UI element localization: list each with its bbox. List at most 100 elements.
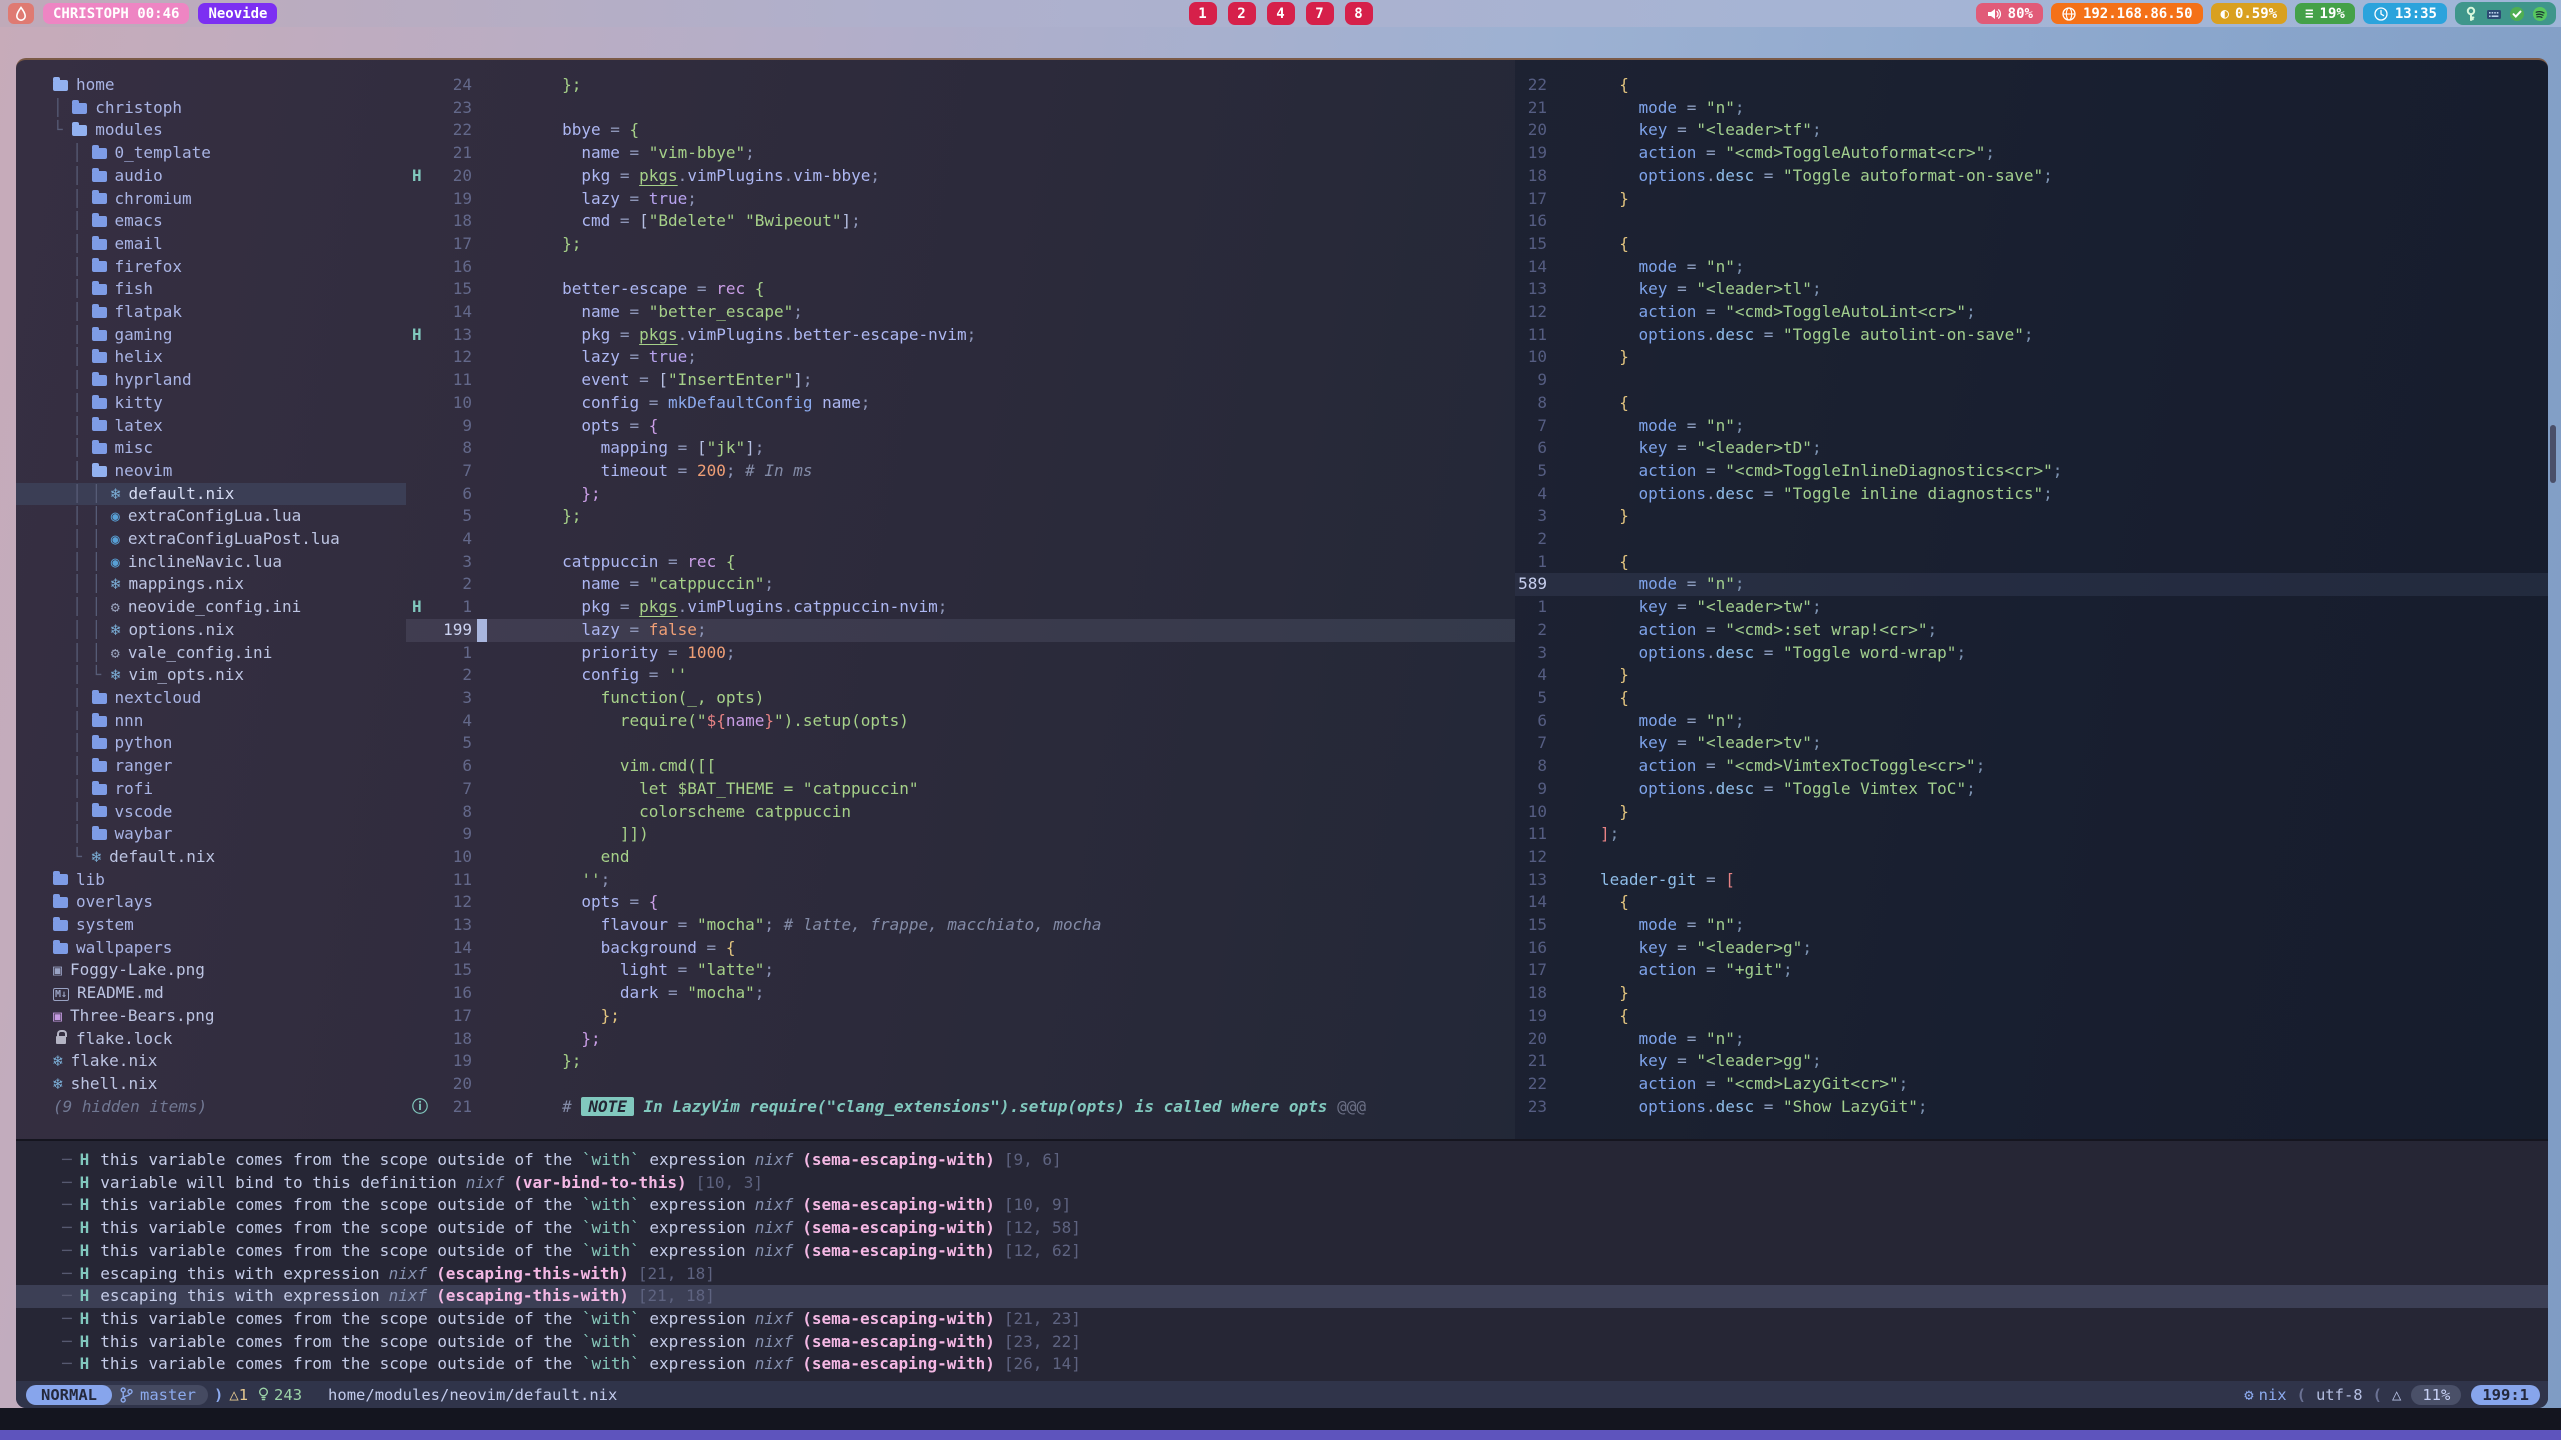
tree-item[interactable]: │ email (16, 233, 406, 256)
code-line[interactable]: 4 options.desc = "Toggle inline diagnost… (1515, 483, 2548, 506)
code-line[interactable]: 18 cmd = ["Bdelete" "Bwipeout"]; (406, 210, 1515, 233)
tree-item[interactable]: │ gaming (16, 324, 406, 347)
code-line[interactable]: 8 action = "<cmd>VimtexTocToggle<cr>"; (1515, 755, 2548, 778)
tree-item[interactable]: flake.lock (16, 1028, 406, 1051)
tree-item[interactable]: │ │ neovide_config.ini (16, 596, 406, 619)
diagnostic-row[interactable]: ─Hthis variable comes from the scope out… (16, 1353, 2548, 1376)
code-line[interactable]: 21 name = "vim-bbye"; (406, 142, 1515, 165)
code-line[interactable]: 19 { (1515, 1005, 2548, 1028)
code-line[interactable]: 14 background = { (406, 937, 1515, 960)
diagnostic-row[interactable]: ─Hvariable will bind to this definitionn… (16, 1172, 2548, 1195)
code-line[interactable]: 12 opts = { (406, 891, 1515, 914)
diagnostic-row[interactable]: ─Hthis variable comes from the scope out… (16, 1194, 2548, 1217)
code-line[interactable]: 12 (1515, 846, 2548, 869)
code-line[interactable]: 4 (406, 528, 1515, 551)
diagnostic-row[interactable]: ─Hescaping this with expressionnixf(esca… (16, 1285, 2548, 1308)
code-line[interactable]: 17 action = "+git"; (1515, 959, 2548, 982)
code-line[interactable]: 7 mode = "n"; (1515, 415, 2548, 438)
code-line[interactable]: 15 light = "latte"; (406, 959, 1515, 982)
warning-count[interactable]: △1 (229, 1386, 248, 1404)
tree-item[interactable]: │ hyprland (16, 369, 406, 392)
code-line[interactable]: 12 action = "<cmd>ToggleAutoLint<cr>"; (1515, 301, 2548, 324)
code-line[interactable]: 3 catppuccin = rec { (406, 551, 1515, 574)
code-line[interactable]: 17 } (1515, 188, 2548, 211)
check-status-icon[interactable] (2509, 6, 2525, 22)
diagnostic-row[interactable]: ─Hthis variable comes from the scope out… (16, 1308, 2548, 1331)
code-line[interactable]: 16 (1515, 210, 2548, 233)
hint-count[interactable]: 243 (258, 1386, 302, 1404)
tree-item[interactable]: Three-Bears.png (16, 1005, 406, 1028)
code-line[interactable]: 24 }; (406, 74, 1515, 97)
tree-item[interactable]: │ │ extraConfigLuaPost.lua (16, 528, 406, 551)
code-line[interactable]: H13 pkg = pkgs.vimPlugins.better-escape-… (406, 324, 1515, 347)
clock-widget[interactable]: 13:35 (2363, 3, 2447, 24)
tree-item[interactable]: lib (16, 869, 406, 892)
code-line[interactable]: 5 { (1515, 687, 2548, 710)
user-clock-widget[interactable]: CHRISTOPH 00:46 (43, 3, 189, 24)
tree-item[interactable]: flake.nix (16, 1050, 406, 1073)
tree-item[interactable]: │ │ inclineNavic.lua (16, 551, 406, 574)
code-line[interactable]: 21 mode = "n"; (1515, 97, 2548, 120)
tree-item[interactable]: │ firefox (16, 256, 406, 279)
code-line[interactable]: 14 mode = "n"; (1515, 256, 2548, 279)
tree-item[interactable]: └ default.nix (16, 846, 406, 869)
tree-item[interactable]: │ │ extraConfigLua.lua (16, 505, 406, 528)
tree-item[interactable]: │ kitty (16, 392, 406, 415)
scrollbar-thumb[interactable] (2550, 425, 2556, 483)
diagnostic-row[interactable]: ─Hthis variable comes from the scope out… (16, 1217, 2548, 1240)
code-line[interactable]: 17 }; (406, 233, 1515, 256)
code-line[interactable]: 10 } (1515, 346, 2548, 369)
tree-item[interactable]: shell.nix (16, 1073, 406, 1096)
tree-item[interactable]: │ chromium (16, 188, 406, 211)
code-line[interactable]: 11 event = ["InsertEnter"]; (406, 369, 1515, 392)
tree-item[interactable]: │ rofi (16, 778, 406, 801)
code-line[interactable]: 20 mode = "n"; (1515, 1028, 2548, 1051)
code-line[interactable]: 2 (1515, 528, 2548, 551)
tree-item[interactable]: │ flatpak (16, 301, 406, 324)
code-line[interactable]: 10 } (1515, 801, 2548, 824)
tree-item[interactable]: │ neovim (16, 460, 406, 483)
code-line[interactable]: 17 }; (406, 1005, 1515, 1028)
code-line[interactable]: 18 options.desc = "Toggle autoformat-on-… (1515, 165, 2548, 188)
code-line[interactable]: H20 pkg = pkgs.vimPlugins.vim-bbye; (406, 165, 1515, 188)
tree-item[interactable]: wallpapers (16, 937, 406, 960)
workspace-button[interactable]: 1 (1189, 2, 1217, 25)
keyboard-icon[interactable] (2486, 6, 2502, 22)
tree-item[interactable]: │ └ vim_opts.nix (16, 664, 406, 687)
code-line[interactable]: 10 config = mkDefaultConfig name; (406, 392, 1515, 415)
network-widget[interactable]: 192.168.86.50 (2051, 3, 2203, 24)
code-line[interactable]: 8 colorscheme catppuccin (406, 801, 1515, 824)
code-line[interactable]: 19 action = "<cmd>ToggleAutoformat<cr>"; (1515, 142, 2548, 165)
code-line[interactable]: 13 key = "<leader>tl"; (1515, 278, 2548, 301)
code-line[interactable]: ⓘ21 # NOTE In LazyVim require("clang_ext… (406, 1096, 1515, 1119)
code-line[interactable]: 23 (406, 97, 1515, 120)
memory-widget[interactable]: ≡ 19% (2295, 3, 2355, 24)
code-line[interactable]: 6 }; (406, 483, 1515, 506)
tree-item[interactable]: │ ranger (16, 755, 406, 778)
code-line[interactable]: 15 mode = "n"; (1515, 914, 2548, 937)
code-line[interactable]: 14 { (1515, 891, 2548, 914)
code-line[interactable]: 23 options.desc = "Show LazyGit"; (1515, 1096, 2548, 1119)
tree-item[interactable]: │ │ mappings.nix (16, 573, 406, 596)
tree-item[interactable]: Foggy-Lake.png (16, 959, 406, 982)
diagnostic-row[interactable]: ─Hthis variable comes from the scope out… (16, 1240, 2548, 1263)
active-window-widget[interactable]: Neovide (198, 3, 277, 24)
tree-item[interactable]: │ nnn (16, 710, 406, 733)
code-line[interactable]: 13 flavour = "mocha"; # latte, frappe, m… (406, 914, 1515, 937)
tree-item[interactable]: │ christoph (16, 97, 406, 120)
code-line[interactable]: 589 mode = "n"; (1515, 573, 2548, 596)
code-line[interactable]: 13leader-git = [ (1515, 869, 2548, 892)
code-line[interactable]: 22 bbye = { (406, 119, 1515, 142)
code-line[interactable]: 1 key = "<leader>tw"; (1515, 596, 2548, 619)
code-line[interactable]: H1 pkg = pkgs.vimPlugins.catppuccin-nvim… (406, 596, 1515, 619)
tree-item[interactable]: │ │ options.nix (16, 619, 406, 642)
code-line[interactable]: 1 priority = 1000; (406, 642, 1515, 665)
code-line[interactable]: 8 mapping = ["jk"]; (406, 437, 1515, 460)
tree-item[interactable]: │ latex (16, 415, 406, 438)
diagnostic-row[interactable]: ─Hthis variable comes from the scope out… (16, 1331, 2548, 1354)
diagnostic-row[interactable]: ─Hthis variable comes from the scope out… (16, 1149, 2548, 1172)
tree-item[interactable]: │ │ default.nix (16, 483, 406, 506)
code-line[interactable]: 5 (406, 732, 1515, 755)
code-line[interactable]: 15 better-escape = rec { (406, 278, 1515, 301)
code-line[interactable]: 6 mode = "n"; (1515, 710, 2548, 733)
